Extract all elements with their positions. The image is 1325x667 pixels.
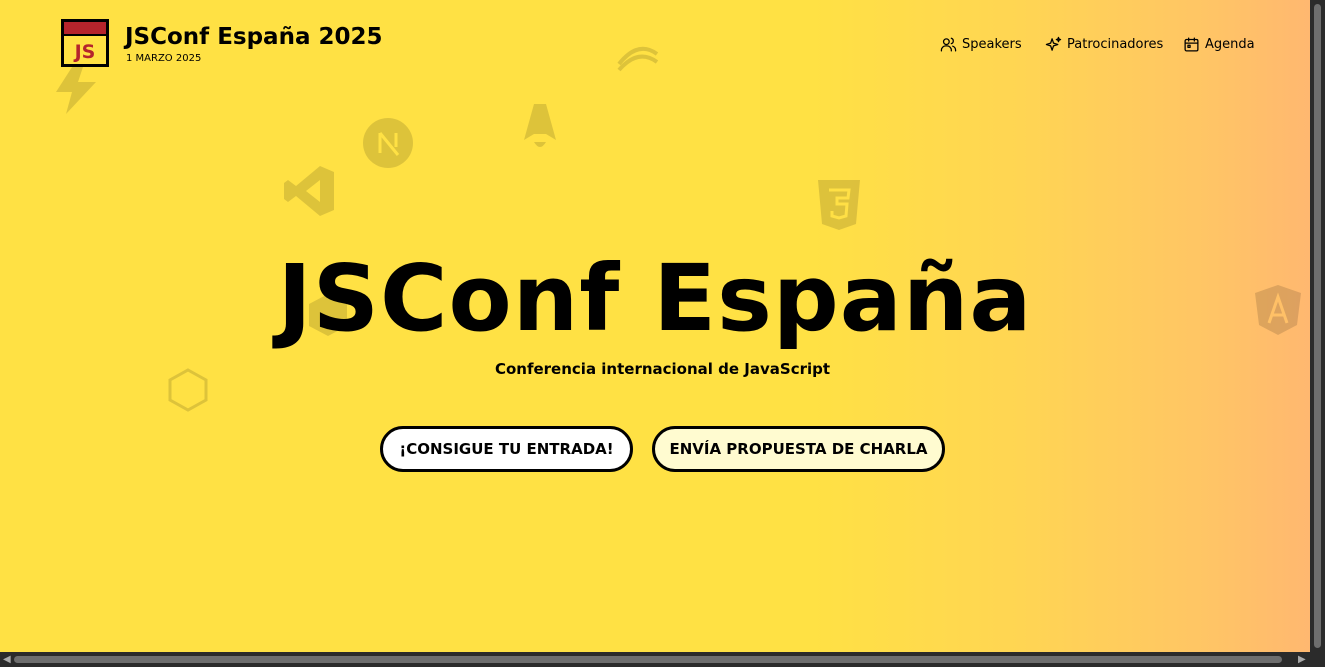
logo-topbar	[64, 22, 106, 36]
nav-patrocinadores[interactable]: Patrocinadores	[1045, 36, 1163, 53]
get-ticket-button[interactable]: ¡CONSIGUE TU ENTRADA!	[380, 426, 633, 472]
scroll-right-icon[interactable]: ▶	[1298, 654, 1306, 665]
users-icon	[940, 37, 957, 52]
scroll-left-icon[interactable]: ◀	[3, 654, 11, 665]
nav-label: Patrocinadores	[1067, 37, 1164, 52]
nav-label: Speakers	[962, 37, 1022, 52]
horizontal-scroll-thumb[interactable]	[14, 656, 1282, 663]
nav-agenda[interactable]: Agenda	[1183, 36, 1255, 53]
astro-icon	[524, 104, 556, 147]
site-title[interactable]: JSConf España 2025	[125, 24, 383, 50]
horizontal-scrollbar[interactable]: ◀ ▶	[0, 652, 1325, 667]
generic-icon	[617, 46, 659, 72]
submit-talk-button[interactable]: ENVÍA PROPUESTA DE CHARLA	[652, 426, 945, 472]
nav-speakers[interactable]: Speakers	[940, 36, 1022, 53]
logo-text: JS	[74, 41, 96, 63]
html5-icon	[818, 180, 860, 230]
hero-subtitle: Conferencia internacional de JavaScript	[494, 360, 831, 378]
vscode-icon	[284, 166, 334, 216]
vertical-scroll-thumb[interactable]	[1314, 4, 1321, 648]
vertical-scrollbar[interactable]	[1310, 0, 1325, 652]
event-date: 1 MARZO 2025	[126, 53, 202, 64]
sparkles-icon	[1045, 36, 1062, 51]
hero-title: JSConf España	[277, 245, 1033, 352]
lightning-icon	[56, 64, 96, 114]
nextjs-icon	[363, 118, 413, 168]
nav-label: Agenda	[1205, 37, 1255, 52]
page-viewport: JS JSConf España 2025 1 MARZO 2025 Speak…	[0, 0, 1310, 652]
calendar-icon	[1184, 37, 1199, 52]
site-logo[interactable]: JS	[61, 19, 109, 67]
